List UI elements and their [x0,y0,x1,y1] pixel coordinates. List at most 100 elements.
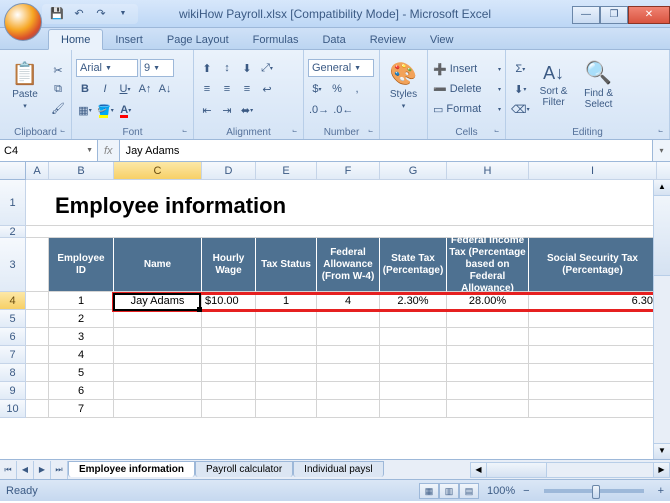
cell[interactable] [529,328,657,346]
sheet-tab[interactable]: Employee information [68,461,195,477]
cell[interactable] [380,400,447,418]
orientation-icon[interactable]: ⤢▾ [258,59,276,77]
cell[interactable] [256,310,317,328]
cell[interactable] [317,310,380,328]
row-header[interactable]: 10 [0,400,26,418]
align-bottom-icon[interactable]: ⬇ [238,59,256,77]
scroll-up-icon[interactable]: ▲ [654,180,670,196]
row-header[interactable]: 4 [0,292,26,310]
zoom-out-button[interactable]: − [523,485,529,497]
number-format-combo[interactable]: General▼ [308,59,374,77]
select-all-corner[interactable] [0,162,26,180]
qat-dropdown-icon[interactable]: ▼ [114,6,132,22]
last-sheet-icon[interactable]: ⏭ [51,461,68,479]
fill-icon[interactable]: ⬇▾ [510,80,531,98]
col-header[interactable]: B [49,162,114,180]
cell[interactable] [256,400,317,418]
close-button[interactable]: ✕ [628,6,670,24]
cell[interactable] [380,310,447,328]
tab-view[interactable]: View [418,30,466,49]
cell[interactable] [114,364,202,382]
redo-icon[interactable]: ↷ [92,6,110,22]
grow-font-icon[interactable]: A↑ [136,80,154,98]
cell[interactable]: Jay Adams [114,292,202,310]
percent-icon[interactable]: % [328,80,346,98]
zoom-level[interactable]: 100% [487,485,515,497]
cell[interactable] [202,382,256,400]
decrease-indent-icon[interactable]: ⇤ [198,101,216,119]
cell[interactable]: 7 [49,400,114,418]
cell[interactable] [317,400,380,418]
scroll-down-icon[interactable]: ▼ [654,443,670,459]
cell[interactable] [447,346,529,364]
find-select-button[interactable]: 🔍Find & Select [577,52,621,118]
shrink-font-icon[interactable]: A↓ [156,80,174,98]
undo-icon[interactable]: ↶ [70,6,88,22]
decrease-decimal-icon[interactable]: .0← [332,101,354,119]
fill-color-button[interactable]: 🪣▾ [96,101,115,119]
cell[interactable]: 2.30% [380,292,447,310]
cell[interactable] [256,346,317,364]
clear-icon[interactable]: ⌫▾ [510,100,531,118]
cell[interactable] [380,382,447,400]
delete-cells-button[interactable]: ➖Delete▾ [432,80,502,98]
align-top-icon[interactable]: ⬆ [198,59,216,77]
cell[interactable]: 3 [49,328,114,346]
bold-button[interactable]: B [76,80,94,98]
name-box[interactable]: C4▼ [0,140,98,161]
cell[interactable]: 4 [317,292,380,310]
cell[interactable] [380,328,447,346]
italic-button[interactable]: I [96,80,114,98]
scroll-thumb[interactable] [654,196,670,276]
cell[interactable] [202,346,256,364]
copy-icon[interactable]: ⧉ [49,80,67,98]
zoom-in-button[interactable]: + [658,485,664,497]
cell[interactable] [256,364,317,382]
row-header[interactable]: 3 [0,238,26,292]
maximize-button[interactable]: ❐ [600,6,628,24]
sheet-tab[interactable]: Individual paysl [293,461,383,477]
merge-center-icon[interactable]: ⬌▾ [238,101,256,119]
normal-view-icon[interactable]: ▦ [419,483,439,499]
increase-decimal-icon[interactable]: .0→ [308,101,330,119]
cell[interactable] [202,310,256,328]
align-center-icon[interactable]: ≡ [218,80,236,98]
currency-icon[interactable]: $▾ [308,80,326,98]
cell[interactable]: 4 [49,346,114,364]
cell[interactable] [114,400,202,418]
cell[interactable] [529,364,657,382]
cell[interactable] [202,328,256,346]
prev-sheet-icon[interactable]: ◀ [17,461,34,479]
format-painter-icon[interactable]: 🖌 [49,99,67,117]
cell[interactable] [317,328,380,346]
cell[interactable]: 1 [49,292,114,310]
col-header[interactable]: H [447,162,529,180]
cell[interactable] [317,364,380,382]
tab-insert[interactable]: Insert [103,30,155,49]
font-color-button[interactable]: A▾ [117,101,135,119]
comma-icon[interactable]: , [348,80,366,98]
format-cells-button[interactable]: ▭Format▾ [432,100,502,118]
paste-button[interactable]: 📋Paste▾ [4,52,46,118]
cut-icon[interactable]: ✂ [49,61,67,79]
col-header[interactable]: C [114,162,202,180]
styles-button[interactable]: 🎨Styles▾ [384,52,423,118]
font-name-combo[interactable]: Arial▼ [76,59,138,77]
page-layout-view-icon[interactable]: ▥ [439,483,459,499]
cell[interactable] [380,346,447,364]
zoom-slider[interactable] [544,489,644,493]
minimize-button[interactable]: — [572,6,600,24]
cell[interactable] [529,400,657,418]
row-header[interactable]: 6 [0,328,26,346]
cell[interactable] [447,328,529,346]
col-header[interactable]: A [26,162,49,180]
cell[interactable] [447,364,529,382]
col-header[interactable] [657,162,670,180]
cell[interactable] [447,310,529,328]
expand-formula-bar-icon[interactable]: ▾ [652,140,670,161]
cell[interactable]: 6 [49,382,114,400]
cell[interactable] [317,382,380,400]
sort-filter-button[interactable]: A↓Sort & Filter [534,52,574,118]
cell[interactable] [529,346,657,364]
row-header[interactable]: 1 [0,180,26,226]
